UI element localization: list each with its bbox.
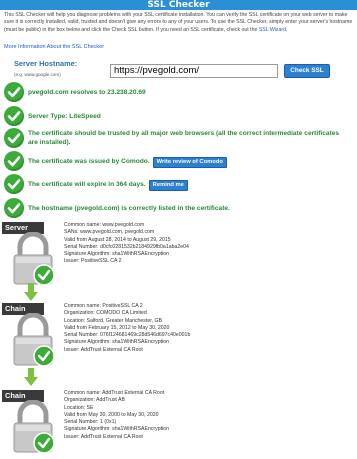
cert-line: Serial Number: 076f124681469c28d546d697c… [64, 332, 191, 339]
result-text: The certificate will expire in 364 days.… [28, 180, 188, 191]
padlock-icon [8, 312, 58, 372]
cert-details: Common name: www.pvegold.com SANs: www.p… [64, 222, 189, 266]
result-text: Server Type: LiteSpeed [28, 113, 101, 120]
cert-line: Issuer: PositiveSSL CA 2 [64, 258, 122, 265]
result-server-type: Server Type: LiteSpeed [4, 106, 354, 126]
padlock-icon [8, 399, 58, 459]
check-circle-icon [4, 82, 24, 102]
result-issuer: The certificate was issued by Comodo. Wri… [4, 151, 354, 171]
more-info-link[interactable]: More Information About the SSL Checker [4, 44, 104, 50]
cert-line: Organization: COMODO CA Limited [64, 310, 147, 317]
hostname-label: Server Hostname: [14, 59, 78, 68]
cert-line: Signature Algorithm: sha1WithRSAEncrypti… [64, 339, 169, 346]
result-hostname: The hostname (pvegold.com) is correctly … [4, 198, 354, 218]
hostname-input[interactable]: https://pvegold.com/ [110, 64, 278, 78]
cert-line: Common name: www.pvegold.com [64, 222, 145, 228]
result-trusted: The certificate should be trusted by all… [4, 128, 354, 148]
cert-line: Issuer: AddTrust External CA Root [64, 346, 143, 353]
down-arrow-icon [24, 368, 38, 391]
cert-line: SANs: www.pvegold.com, pvegold.com [64, 229, 155, 236]
issuer-text: The certificate was issued by Comodo. [28, 158, 150, 165]
cert-line: Valid from August 28, 2014 to August 29,… [64, 236, 171, 243]
check-ssl-button[interactable]: Check SSL [284, 64, 330, 78]
cert-line: Organization: AddTrust AB [64, 397, 125, 404]
check-circle-icon [4, 128, 24, 148]
cert-details: Common name: PositiveSSL CA 2 Organizati… [64, 303, 190, 354]
intro-paragraph: This SSL Checker will help you diagnose … [4, 12, 354, 34]
check-circle-icon [4, 106, 24, 126]
cert-line: Valid from May 30, 2000 to May 30, 2020 [64, 411, 159, 418]
cert-line: Signature Algorithm: sha1WithRSAEncrypti… [64, 426, 169, 433]
cert-line: Valid from February 15, 2012 to May 30, … [64, 324, 170, 331]
check-circle-icon [4, 151, 24, 171]
cert-line: Location: Salford, Greater Manchester, G… [64, 317, 163, 324]
cert-line: Common name: PositiveSSL CA 2 [64, 303, 143, 309]
check-circle-icon [4, 198, 24, 218]
cert-line: Location: SE [64, 404, 94, 411]
cert-line: Serial Number: 1 (0x1) [64, 419, 117, 426]
cert-line: Signature Algorithm: sha1WithRSAEncrypti… [64, 251, 169, 258]
cert-line: Issuer: AddTrust External CA Root [64, 433, 143, 440]
hostname-example: (e.g. www.google.com) [14, 72, 61, 77]
intro-text: This SSL Checker will help you diagnose … [4, 12, 353, 33]
remind-me-button[interactable]: Remind me [148, 180, 188, 191]
cert-line: Serial Number: d0cfc0281532b2184929fb0a1… [64, 243, 189, 250]
cert-details: Common name: AddTrust External CA Root O… [64, 390, 169, 441]
page-header: SSL Checker [0, 0, 357, 10]
ssl-wizard-link[interactable]: SSL Wizard [259, 27, 286, 33]
result-text: The certificate should be trusted by all… [28, 130, 340, 146]
intro-end: . [286, 26, 288, 33]
check-circle-icon [4, 174, 24, 194]
cert-line: Common name: AddTrust External CA Root [64, 390, 165, 396]
result-text: The hostname (pvegold.com) is correctly … [28, 205, 230, 212]
page-title: SSL Checker [147, 0, 210, 10]
expiry-text: The certificate will expire in 364 days. [28, 181, 146, 188]
result-resolves: pvegold.com resolves to 23.238.20.69 [4, 82, 354, 102]
result-text: pvegold.com resolves to 23.238.20.69 [28, 89, 146, 96]
write-review-button[interactable]: Write review of Comodo [152, 157, 227, 168]
result-expiry: The certificate will expire in 364 days.… [4, 174, 354, 194]
result-text: The certificate was issued by Comodo. Wri… [28, 157, 227, 168]
